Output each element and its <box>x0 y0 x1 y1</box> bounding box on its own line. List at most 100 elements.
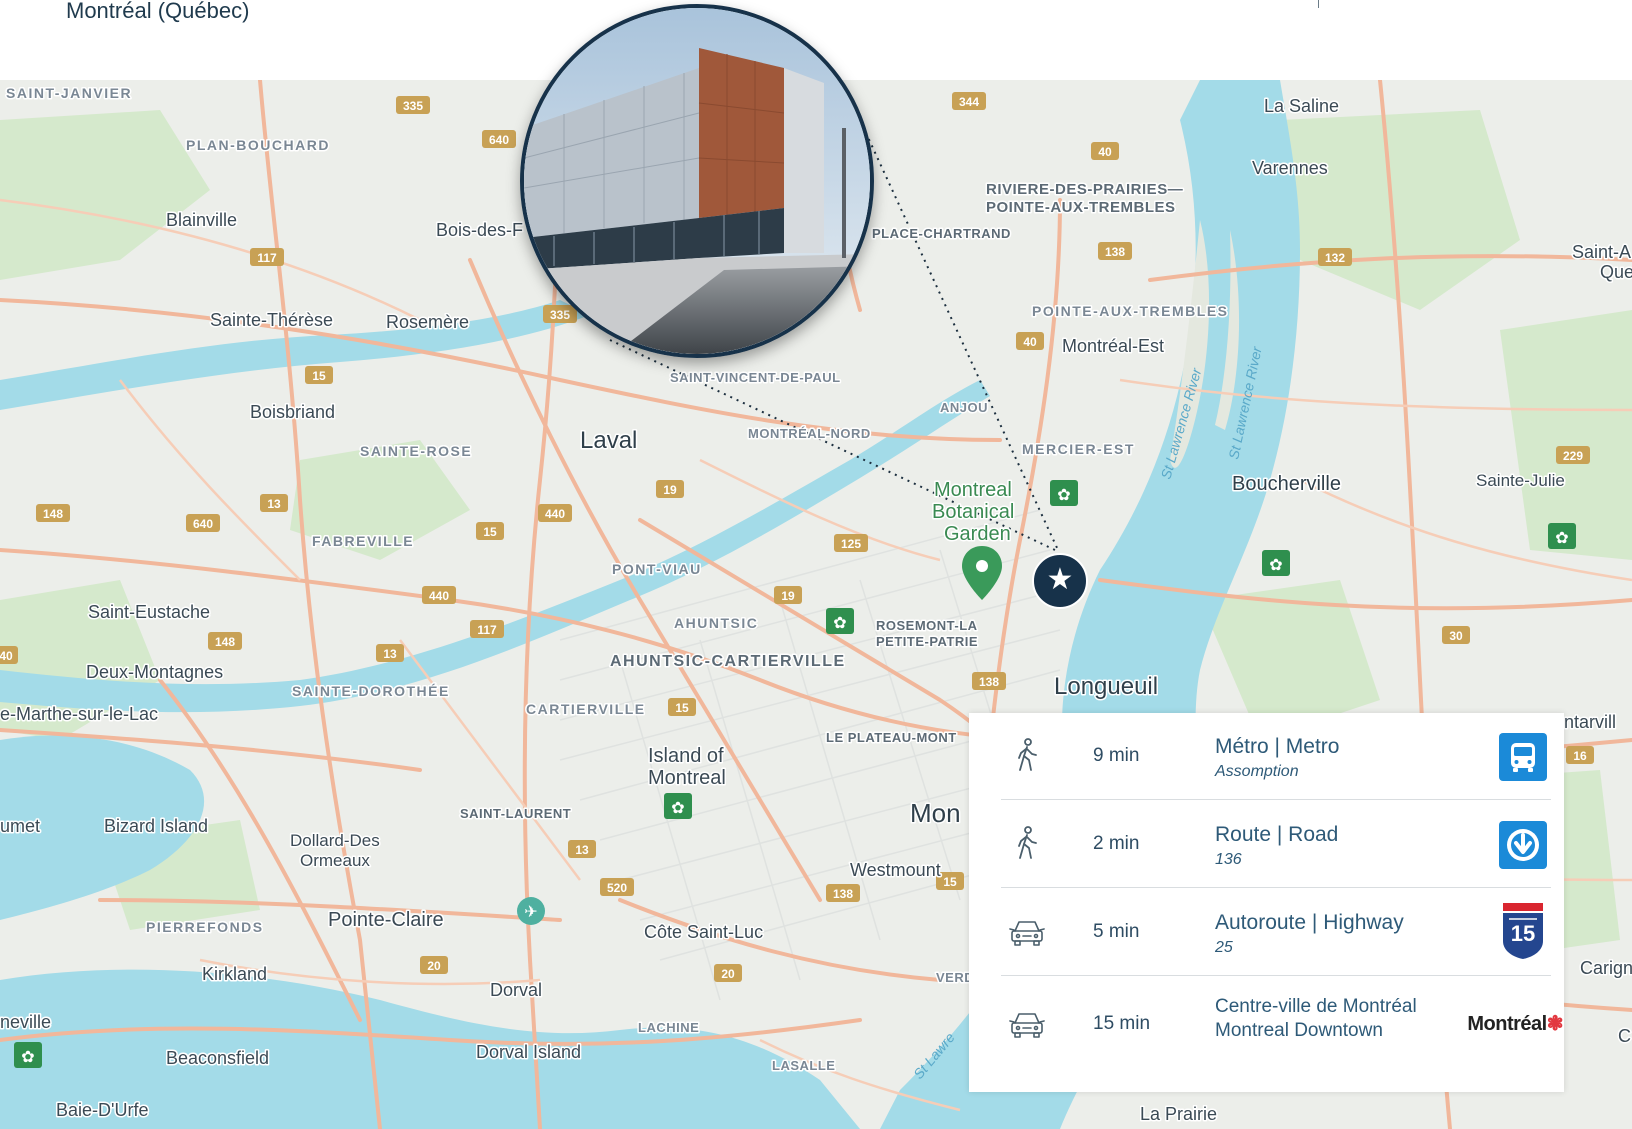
label-saint-janvier: SAINT-JANVIER <box>6 85 132 101</box>
travel-time: 9 min <box>1093 745 1140 766</box>
travel-row-metro: 9 min Métro | Metro Assomption <box>1001 713 1551 800</box>
svg-text:✿: ✿ <box>671 798 684 817</box>
label-saint-laurent: SAINT-LAURENT <box>460 806 571 821</box>
label-island-1: Island of <box>648 745 724 767</box>
svg-text:13: 13 <box>575 843 589 857</box>
travel-time-panel: 9 min Métro | Metro Assomption 2 min Rou… <box>969 713 1564 1092</box>
svg-text:✿: ✿ <box>21 1047 34 1066</box>
label-kirkland: Kirkland <box>202 964 267 984</box>
label-rosemont-2: PETITE-PATRIE <box>876 634 978 649</box>
svg-text:335: 335 <box>403 99 423 113</box>
label-boucherville: Boucherville <box>1232 473 1341 495</box>
label-saint-a-1: Saint-A <box>1572 242 1631 262</box>
travel-row-highway: 5 min Autoroute | Highway 25 15 <box>1001 889 1551 976</box>
svg-text:19: 19 <box>663 483 677 497</box>
label-longueuil: Longueuil <box>1054 673 1158 700</box>
label-cartierville: CARTIERVILLE <box>526 701 646 717</box>
svg-text:15: 15 <box>675 701 689 715</box>
svg-text:40: 40 <box>0 649 13 663</box>
label-c-edge: C <box>1618 1026 1631 1046</box>
travel-time: 15 min <box>1093 1013 1151 1034</box>
label-montreal-partial: Mon <box>910 798 961 828</box>
label-anjou: ANJOU <box>940 400 988 415</box>
car-icon <box>1009 921 1045 946</box>
svg-text:20: 20 <box>427 959 441 973</box>
montreal-rosette-icon: ❃ <box>1546 1013 1564 1035</box>
building-photo-callout <box>520 4 874 358</box>
travel-title: Autoroute | Highway <box>1215 911 1404 934</box>
label-place-chartrand: PLACE-CHARTRAND <box>872 226 1011 241</box>
svg-text:✿: ✿ <box>1269 555 1282 574</box>
label-neville: neville <box>0 1012 51 1032</box>
label-deux-montagnes: Deux-Montagnes <box>86 662 223 682</box>
svg-text:148: 148 <box>215 635 235 649</box>
label-beaconsfield: Beaconsfield <box>166 1048 269 1068</box>
travel-time: 5 min <box>1093 921 1140 942</box>
label-saint-a-2: Que <box>1600 262 1632 282</box>
svg-text:40: 40 <box>1023 335 1037 349</box>
travel-subtitle: Assomption <box>1215 763 1299 780</box>
bus-icon <box>1499 733 1547 781</box>
label-sainte-marthe: e-Marthe-sur-le-Lac <box>0 704 158 724</box>
travel-row-road: 2 min Route | Road 136 <box>1001 801 1551 888</box>
svg-text:✈: ✈ <box>524 902 537 921</box>
highway-15-shield-icon: 15 <box>1503 903 1543 959</box>
label-lachine: LACHINE <box>638 1020 699 1035</box>
label-sainte-dorothee: SAINTE-DOROTHÉE <box>292 683 450 699</box>
svg-text:117: 117 <box>257 251 277 265</box>
svg-text:✿: ✿ <box>1555 528 1568 547</box>
travel-title: Centre-ville de Montréal Montreal Downto… <box>1215 995 1417 1043</box>
label-montreal-est: Montréal-Est <box>1062 336 1164 356</box>
label-garden-2: Botanical <box>932 501 1014 523</box>
travel-title-line-1: Centre-ville de Montréal <box>1215 996 1417 1017</box>
label-sainte-julie: Sainte-Julie <box>1476 471 1565 490</box>
svg-text:148: 148 <box>43 507 63 521</box>
label-rosemont-1: ROSEMONT-LA <box>876 618 978 633</box>
svg-text:520: 520 <box>607 881 627 895</box>
label-rdp-2: POINTE-AUX-TREMBLES <box>986 199 1176 216</box>
label-dollard-1: Dollard-Des <box>290 831 380 850</box>
label-saint-eustache: Saint-Eustache <box>88 602 210 622</box>
label-sainte-therese: Sainte-Thérèse <box>210 310 333 330</box>
svg-text:16: 16 <box>1573 749 1587 763</box>
svg-text:138: 138 <box>979 675 999 689</box>
svg-text:15: 15 <box>943 875 957 889</box>
svg-text:138: 138 <box>1105 245 1125 259</box>
svg-text:440: 440 <box>429 589 449 603</box>
svg-text:40: 40 <box>1098 145 1112 159</box>
svg-text:344: 344 <box>959 95 979 109</box>
location-star-marker[interactable]: ★ <box>1032 553 1088 609</box>
svg-text:✿: ✿ <box>833 613 846 632</box>
label-carign: Carign <box>1580 958 1632 978</box>
label-ahuntsic-cartierville: AHUNTSIC-CARTIERVILLE <box>610 653 846 670</box>
label-dorval: Dorval <box>490 980 542 1000</box>
label-rdp-1: RIVIERE-DES-PRAIRIES— <box>986 181 1183 198</box>
travel-title: Métro | Metro <box>1215 735 1340 758</box>
header-divider <box>1318 0 1319 8</box>
label-dollard-2: Ormeaux <box>300 851 370 870</box>
label-bois-des: Bois-des-F <box>436 220 523 240</box>
label-ntarvill: ntarvill <box>1564 712 1616 732</box>
label-varennes: Varennes <box>1252 158 1328 178</box>
svg-text:30: 30 <box>1449 629 1463 643</box>
svg-text:15: 15 <box>1511 921 1535 946</box>
svg-text:13: 13 <box>383 647 397 661</box>
svg-text:15: 15 <box>483 525 497 539</box>
svg-text:229: 229 <box>1563 449 1583 463</box>
svg-text:440: 440 <box>545 507 565 521</box>
building-photo <box>524 8 870 354</box>
label-montreal-nord: MONTRÉAL-NORD <box>748 426 871 441</box>
walk-icon <box>1018 826 1037 859</box>
label-plateau: LE PLATEAU-MONT <box>826 730 957 745</box>
label-lasalle: LASALLE <box>772 1058 835 1073</box>
svg-text:132: 132 <box>1325 251 1345 265</box>
label-mercier-est: MERCIER-EST <box>1022 441 1135 457</box>
label-fabreville: FABREVILLE <box>312 533 414 549</box>
label-ahuntsic: AHUNTSIC <box>674 615 758 631</box>
travel-row-downtown: 15 min Centre-ville de Montréal Montreal… <box>1001 977 1564 1067</box>
label-baie-durfe: Baie-D'Urfe <box>56 1100 148 1120</box>
label-pierrefonds: PIERREFONDS <box>146 919 264 935</box>
svg-text:19: 19 <box>781 589 795 603</box>
car-icon <box>1009 1013 1045 1038</box>
label-island-2: Montreal <box>648 767 726 789</box>
